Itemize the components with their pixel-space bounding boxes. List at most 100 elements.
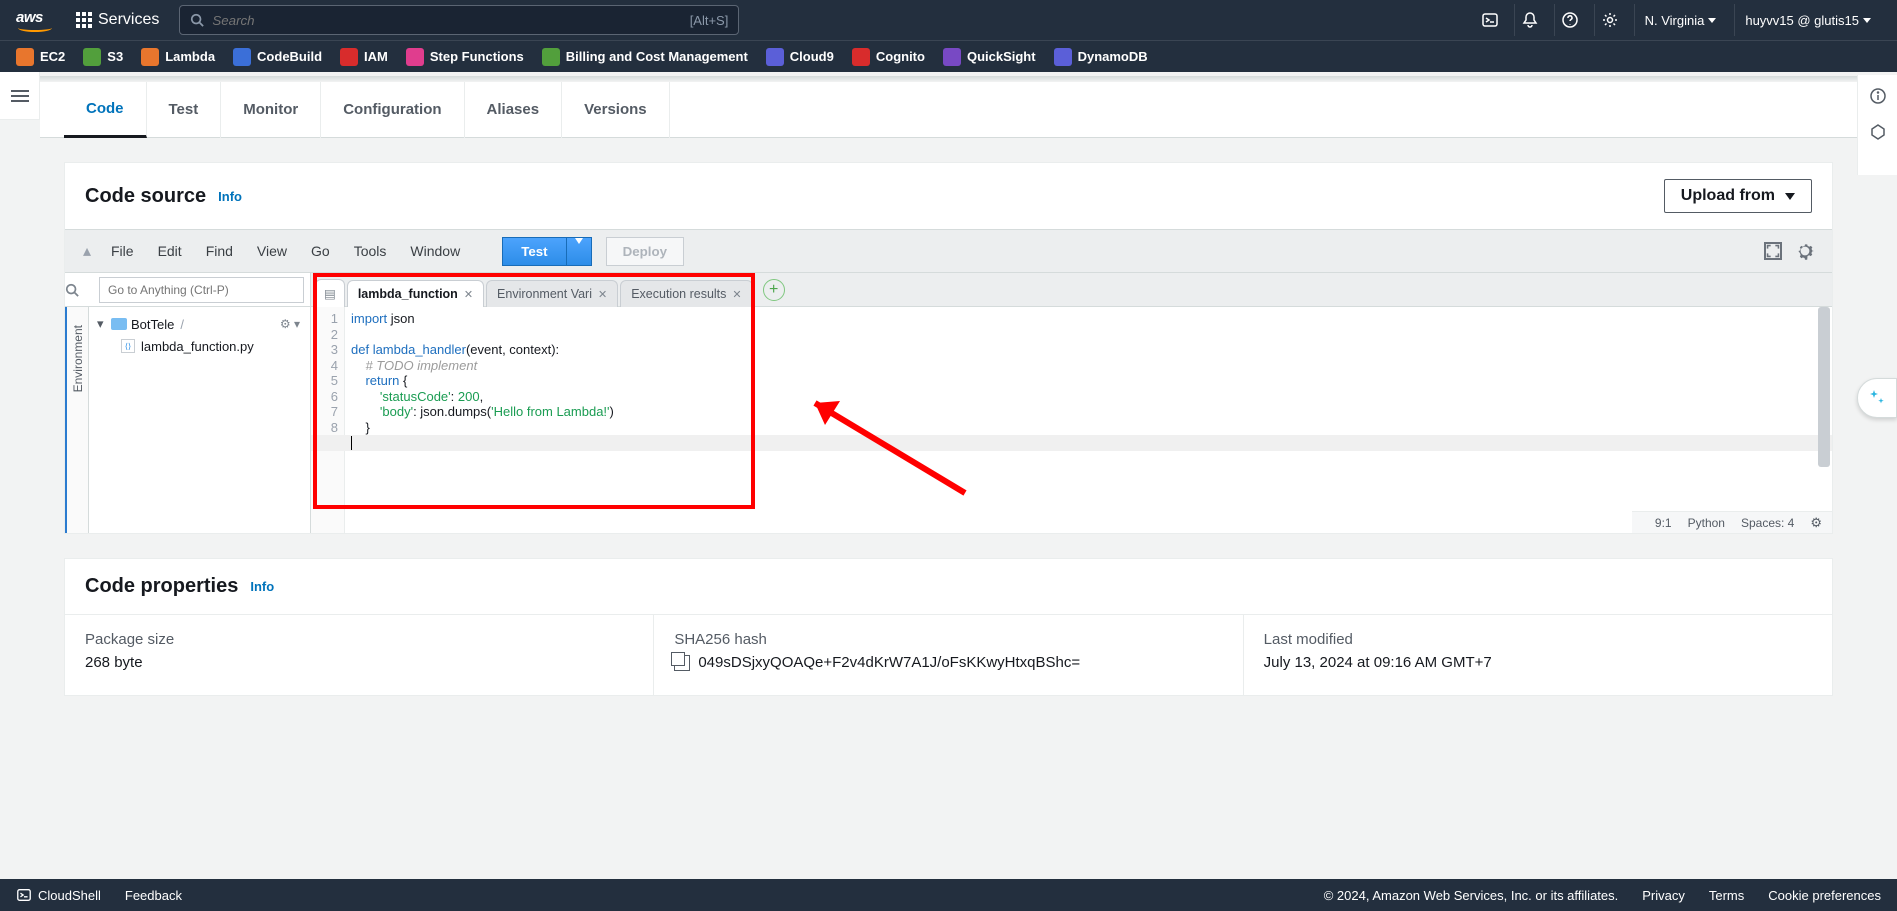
services-grid-icon bbox=[76, 12, 92, 28]
editor-tab-lambda-function[interactable]: lambda_function✕ bbox=[347, 280, 484, 307]
menu-tools[interactable]: Tools bbox=[342, 243, 399, 259]
search-icon[interactable] bbox=[65, 283, 99, 297]
favorite-billing[interactable]: Billing and Cost Management bbox=[542, 48, 748, 66]
chevron-down-icon bbox=[1708, 18, 1716, 23]
favorite-dynamodb[interactable]: DynamoDB bbox=[1054, 48, 1148, 66]
tab-versions[interactable]: Versions bbox=[562, 82, 670, 138]
copy-icon[interactable] bbox=[674, 655, 690, 671]
line-numbers: 123456789 bbox=[311, 307, 345, 533]
ai-assistant-button[interactable] bbox=[1857, 378, 1897, 418]
notifications-icon[interactable] bbox=[1514, 4, 1546, 36]
chevron-down-icon bbox=[1863, 18, 1871, 23]
services-menu-button[interactable]: Services bbox=[68, 7, 167, 33]
search-icon bbox=[190, 13, 204, 27]
service-favorites-bar: EC2 S3 Lambda CodeBuild IAM Step Functio… bbox=[0, 40, 1897, 72]
prop-sha256: SHA256 hash 049sDSjxyQOAQe+F2v4dKrW7A1J/… bbox=[654, 615, 1243, 695]
layers-panel-icon[interactable] bbox=[1869, 123, 1887, 141]
bottom-bar: CloudShell Feedback © 2024, Amazon Web S… bbox=[0, 879, 1897, 911]
lambda-icon bbox=[141, 48, 159, 66]
info-link[interactable]: Info bbox=[218, 189, 242, 204]
tab-monitor[interactable]: Monitor bbox=[221, 82, 321, 138]
ec2-icon bbox=[16, 48, 34, 66]
cognito-icon bbox=[852, 48, 870, 66]
favorite-cognito[interactable]: Cognito bbox=[852, 48, 925, 66]
test-dropdown-button[interactable] bbox=[567, 237, 592, 266]
favorite-lambda[interactable]: Lambda bbox=[141, 48, 215, 66]
gear-icon[interactable]: ⚙ ▾ bbox=[280, 317, 300, 331]
chevron-down-icon bbox=[1785, 193, 1795, 200]
tab-code[interactable]: Code bbox=[64, 82, 147, 138]
close-icon[interactable]: ✕ bbox=[732, 288, 741, 301]
editor-tabs: ▤ lambda_function✕ Environment Vari✕ Exe… bbox=[311, 273, 1832, 307]
file-lambda-function[interactable]: ⟨⟩ lambda_function.py bbox=[93, 335, 306, 357]
hamburger-icon bbox=[11, 95, 29, 97]
global-search[interactable]: [Alt+S] bbox=[179, 5, 739, 35]
menu-go[interactable]: Go bbox=[299, 243, 342, 259]
settings-icon[interactable] bbox=[1594, 4, 1626, 36]
region-selector[interactable]: N. Virginia bbox=[1634, 4, 1727, 36]
s3-icon bbox=[83, 48, 101, 66]
help-icon[interactable] bbox=[1554, 4, 1586, 36]
code-source-panel: Code source Info Upload from ▴ File Edit… bbox=[64, 162, 1833, 534]
cookie-link[interactable]: Cookie preferences bbox=[1768, 888, 1881, 903]
right-side-dock bbox=[1857, 75, 1897, 175]
folder-root[interactable]: ▾ BotTele/ ⚙ ▾ bbox=[93, 313, 306, 335]
deploy-button: Deploy bbox=[606, 237, 684, 266]
tab-aliases[interactable]: Aliases bbox=[465, 82, 563, 138]
cloud9-icon bbox=[766, 48, 784, 66]
codebuild-icon bbox=[233, 48, 251, 66]
code-content[interactable]: import json def lambda_handler(event, co… bbox=[345, 307, 1832, 533]
panel-title: Code properties bbox=[85, 575, 238, 598]
feedback-button[interactable]: Feedback bbox=[125, 888, 182, 903]
privacy-link[interactable]: Privacy bbox=[1642, 888, 1685, 903]
add-tab-button[interactable]: + bbox=[763, 279, 785, 301]
go-to-anything-input[interactable] bbox=[99, 277, 304, 303]
gear-icon[interactable] bbox=[1794, 240, 1816, 262]
fullscreen-icon[interactable] bbox=[1764, 242, 1782, 260]
cloudshell-icon[interactable] bbox=[1474, 4, 1506, 36]
editor-tab-env-vars[interactable]: Environment Vari✕ bbox=[486, 280, 618, 307]
menu-find[interactable]: Find bbox=[194, 243, 245, 259]
copyright-text: © 2024, Amazon Web Services, Inc. or its… bbox=[1324, 888, 1619, 903]
favorite-codebuild[interactable]: CodeBuild bbox=[233, 48, 322, 66]
favorite-ec2[interactable]: EC2 bbox=[16, 48, 65, 66]
close-icon[interactable]: ✕ bbox=[598, 288, 607, 301]
aws-logo[interactable]: aws bbox=[16, 9, 52, 32]
favorite-iam[interactable]: IAM bbox=[340, 48, 388, 66]
python-file-icon: ⟨⟩ bbox=[121, 339, 135, 353]
tab-configuration[interactable]: Configuration bbox=[321, 82, 464, 138]
ide-body: Environment ▾ BotTele/ ⚙ ▾ ⟨⟩ lambda_fun… bbox=[65, 273, 1832, 533]
code-editor[interactable]: ▤ lambda_function✕ Environment Vari✕ Exe… bbox=[311, 273, 1832, 533]
quicksight-icon bbox=[943, 48, 961, 66]
top-navigation: aws Services [Alt+S] N. Virginia huyvv15… bbox=[0, 0, 1897, 40]
tab-test[interactable]: Test bbox=[147, 82, 222, 138]
file-explorer: Environment ▾ BotTele/ ⚙ ▾ ⟨⟩ lambda_fun… bbox=[65, 273, 311, 533]
info-panel-icon[interactable] bbox=[1869, 87, 1887, 105]
upload-from-button[interactable]: Upload from bbox=[1664, 179, 1812, 213]
test-button[interactable]: Test bbox=[502, 237, 566, 266]
environment-tab[interactable]: Environment bbox=[65, 307, 89, 533]
collapse-icon[interactable]: ▴ bbox=[75, 241, 99, 261]
account-menu[interactable]: huyvv15 @ glutis15 bbox=[1734, 4, 1881, 36]
menu-view[interactable]: View bbox=[245, 243, 299, 259]
prop-package-size: Package size 268 byte bbox=[65, 615, 654, 695]
favorite-cloud9[interactable]: Cloud9 bbox=[766, 48, 834, 66]
close-icon[interactable]: ✕ bbox=[464, 288, 473, 301]
menu-window[interactable]: Window bbox=[398, 243, 472, 259]
search-input[interactable] bbox=[212, 6, 728, 34]
search-shortcut-hint: [Alt+S] bbox=[690, 13, 729, 28]
favorite-stepfunctions[interactable]: Step Functions bbox=[406, 48, 524, 66]
tab-welcome-icon[interactable]: ▤ bbox=[315, 279, 345, 307]
cloudshell-button[interactable]: CloudShell bbox=[16, 887, 101, 903]
editor-tab-exec-results[interactable]: Execution results✕ bbox=[620, 280, 752, 307]
panel-title: Code source bbox=[85, 185, 206, 208]
side-panel-toggle[interactable] bbox=[0, 72, 40, 120]
favorite-s3[interactable]: S3 bbox=[83, 48, 123, 66]
menu-edit[interactable]: Edit bbox=[146, 243, 194, 259]
favorite-quicksight[interactable]: QuickSight bbox=[943, 48, 1036, 66]
menu-file[interactable]: File bbox=[99, 243, 146, 259]
info-link[interactable]: Info bbox=[250, 579, 274, 594]
terms-link[interactable]: Terms bbox=[1709, 888, 1744, 903]
lambda-function-tabs: Code Test Monitor Configuration Aliases … bbox=[40, 82, 1857, 138]
code-properties-panel: Code properties Info Package size 268 by… bbox=[64, 558, 1833, 696]
